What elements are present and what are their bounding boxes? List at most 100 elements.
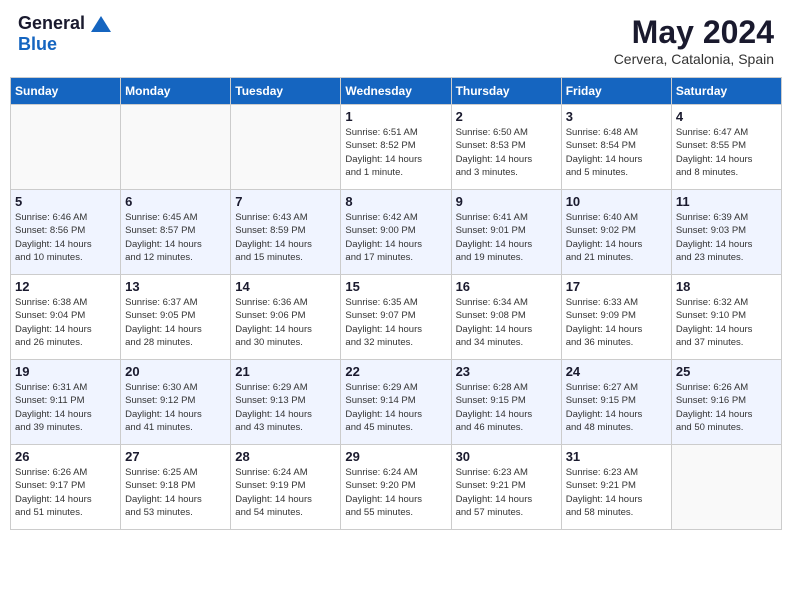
day-info: Sunrise: 6:36 AMSunset: 9:06 PMDaylight:… [235,296,336,349]
calendar-cell: 2 Sunrise: 6:50 AMSunset: 8:53 PMDaylight… [451,105,561,190]
day-number: 17 [566,279,667,294]
calendar-cell: 12 Sunrise: 6:38 AMSunset: 9:04 PMDayligh… [11,275,121,360]
day-info: Sunrise: 6:34 AMSunset: 9:08 PMDaylight:… [456,296,557,349]
calendar-cell: 19 Sunrise: 6:31 AMSunset: 9:11 PMDayligh… [11,360,121,445]
calendar-cell: 15 Sunrise: 6:35 AMSunset: 9:07 PMDayligh… [341,275,451,360]
day-info: Sunrise: 6:29 AMSunset: 9:14 PMDaylight:… [345,381,446,434]
calendar-cell [11,105,121,190]
calendar-cell: 22 Sunrise: 6:29 AMSunset: 9:14 PMDayligh… [341,360,451,445]
day-info: Sunrise: 6:35 AMSunset: 9:07 PMDaylight:… [345,296,446,349]
day-info: Sunrise: 6:27 AMSunset: 9:15 PMDaylight:… [566,381,667,434]
calendar-cell: 28 Sunrise: 6:24 AMSunset: 9:19 PMDayligh… [231,445,341,530]
day-header-friday: Friday [561,78,671,105]
day-header-wednesday: Wednesday [341,78,451,105]
calendar-cell: 8 Sunrise: 6:42 AMSunset: 9:00 PMDaylight… [341,190,451,275]
title-block: May 2024 Cervera, Catalonia, Spain [614,14,774,67]
calendar-cell: 9Sunrise: 6:41 AMSunset: 9:01 PMDaylight… [451,190,561,275]
calendar-cell: 21 Sunrise: 6:29 AMSunset: 9:13 PMDayligh… [231,360,341,445]
day-info: Sunrise: 6:29 AMSunset: 9:13 PMDaylight:… [235,381,336,434]
calendar-cell: 31Sunrise: 6:23 AMSunset: 9:21 PMDayligh… [561,445,671,530]
day-number: 13 [125,279,226,294]
day-info: Sunrise: 6:26 AMSunset: 9:16 PMDaylight:… [676,381,777,434]
day-info: Sunrise: 6:28 AMSunset: 9:15 PMDaylight:… [456,381,557,434]
calendar-cell: 24Sunrise: 6:27 AMSunset: 9:15 PMDayligh… [561,360,671,445]
calendar-cell [671,445,781,530]
calendar-cell: 18 Sunrise: 6:32 AMSunset: 9:10 PMDayligh… [671,275,781,360]
day-info: Sunrise: 6:50 AMSunset: 8:53 PMDaylight:… [456,126,557,179]
day-info: Sunrise: 6:41 AMSunset: 9:01 PMDaylight:… [456,211,557,264]
day-number: 8 [345,194,446,209]
day-number: 5 [15,194,116,209]
page-header: General Blue May 2024 Cervera, Catalonia… [10,10,782,71]
logo: General Blue [18,14,112,55]
day-info: Sunrise: 6:24 AMSunset: 9:20 PMDaylight:… [345,466,446,519]
day-info: Sunrise: 6:25 AMSunset: 9:18 PMDaylight:… [125,466,226,519]
day-number: 26 [15,449,116,464]
day-info: Sunrise: 6:23 AMSunset: 9:21 PMDaylight:… [566,466,667,519]
calendar-cell: 16 Sunrise: 6:34 AMSunset: 9:08 PMDayligh… [451,275,561,360]
day-info: Sunrise: 6:45 AMSunset: 8:57 PMDaylight:… [125,211,226,264]
day-number: 20 [125,364,226,379]
week-row-4: 19 Sunrise: 6:31 AMSunset: 9:11 PMDayligh… [11,360,782,445]
day-info: Sunrise: 6:46 AMSunset: 8:56 PMDaylight:… [15,211,116,264]
day-number: 15 [345,279,446,294]
day-info: Sunrise: 6:40 AMSunset: 9:02 PMDaylight:… [566,211,667,264]
calendar-cell [121,105,231,190]
logo-icon [91,16,111,32]
days-header-row: SundayMondayTuesdayWednesdayThursdayFrid… [11,78,782,105]
day-header-tuesday: Tuesday [231,78,341,105]
day-number: 4 [676,109,777,124]
day-header-saturday: Saturday [671,78,781,105]
day-info: Sunrise: 6:24 AMSunset: 9:19 PMDaylight:… [235,466,336,519]
day-info: Sunrise: 6:23 AMSunset: 9:21 PMDaylight:… [456,466,557,519]
calendar-cell: 29 Sunrise: 6:24 AMSunset: 9:20 PMDayligh… [341,445,451,530]
calendar-cell: 13 Sunrise: 6:37 AMSunset: 9:05 PMDayligh… [121,275,231,360]
week-row-2: 5 Sunrise: 6:46 AMSunset: 8:56 PMDaylight… [11,190,782,275]
calendar-cell: 20Sunrise: 6:30 AMSunset: 9:12 PMDayligh… [121,360,231,445]
day-number: 29 [345,449,446,464]
logo-general: General [18,13,85,33]
day-info: Sunrise: 6:39 AMSunset: 9:03 PMDaylight:… [676,211,777,264]
day-number: 16 [456,279,557,294]
day-number: 21 [235,364,336,379]
calendar-cell: 6Sunrise: 6:45 AMSunset: 8:57 PMDaylight… [121,190,231,275]
day-number: 22 [345,364,446,379]
day-header-sunday: Sunday [11,78,121,105]
day-number: 7 [235,194,336,209]
calendar-body: 1Sunrise: 6:51 AMSunset: 8:52 PMDaylight… [11,105,782,530]
calendar-cell: 17Sunrise: 6:33 AMSunset: 9:09 PMDayligh… [561,275,671,360]
calendar-cell: 23 Sunrise: 6:28 AMSunset: 9:15 PMDayligh… [451,360,561,445]
calendar-cell: 1Sunrise: 6:51 AMSunset: 8:52 PMDaylight… [341,105,451,190]
day-info: Sunrise: 6:43 AMSunset: 8:59 PMDaylight:… [235,211,336,264]
week-row-5: 26 Sunrise: 6:26 AMSunset: 9:17 PMDayligh… [11,445,782,530]
day-number: 19 [15,364,116,379]
day-number: 18 [676,279,777,294]
calendar-cell [231,105,341,190]
month-year: May 2024 [614,14,774,51]
calendar-cell: 7 Sunrise: 6:43 AMSunset: 8:59 PMDaylight… [231,190,341,275]
day-info: Sunrise: 6:47 AMSunset: 8:55 PMDaylight:… [676,126,777,179]
day-info: Sunrise: 6:42 AMSunset: 9:00 PMDaylight:… [345,211,446,264]
calendar-table: SundayMondayTuesdayWednesdayThursdayFrid… [10,77,782,530]
day-number: 28 [235,449,336,464]
calendar-cell: 3Sunrise: 6:48 AMSunset: 8:54 PMDaylight… [561,105,671,190]
day-info: Sunrise: 6:38 AMSunset: 9:04 PMDaylight:… [15,296,116,349]
calendar-cell: 26 Sunrise: 6:26 AMSunset: 9:17 PMDayligh… [11,445,121,530]
calendar-cell: 10Sunrise: 6:40 AMSunset: 9:02 PMDayligh… [561,190,671,275]
day-info: Sunrise: 6:51 AMSunset: 8:52 PMDaylight:… [345,126,446,179]
calendar-cell: 25Sunrise: 6:26 AMSunset: 9:16 PMDayligh… [671,360,781,445]
day-info: Sunrise: 6:32 AMSunset: 9:10 PMDaylight:… [676,296,777,349]
day-number: 23 [456,364,557,379]
day-info: Sunrise: 6:37 AMSunset: 9:05 PMDaylight:… [125,296,226,349]
week-row-1: 1Sunrise: 6:51 AMSunset: 8:52 PMDaylight… [11,105,782,190]
day-info: Sunrise: 6:26 AMSunset: 9:17 PMDaylight:… [15,466,116,519]
calendar-cell: 30 Sunrise: 6:23 AMSunset: 9:21 PMDayligh… [451,445,561,530]
day-number: 3 [566,109,667,124]
logo-text: General Blue [18,14,112,55]
day-number: 30 [456,449,557,464]
calendar-cell: 14 Sunrise: 6:36 AMSunset: 9:06 PMDayligh… [231,275,341,360]
day-info: Sunrise: 6:31 AMSunset: 9:11 PMDaylight:… [15,381,116,434]
day-number: 12 [15,279,116,294]
day-number: 14 [235,279,336,294]
day-number: 2 [456,109,557,124]
